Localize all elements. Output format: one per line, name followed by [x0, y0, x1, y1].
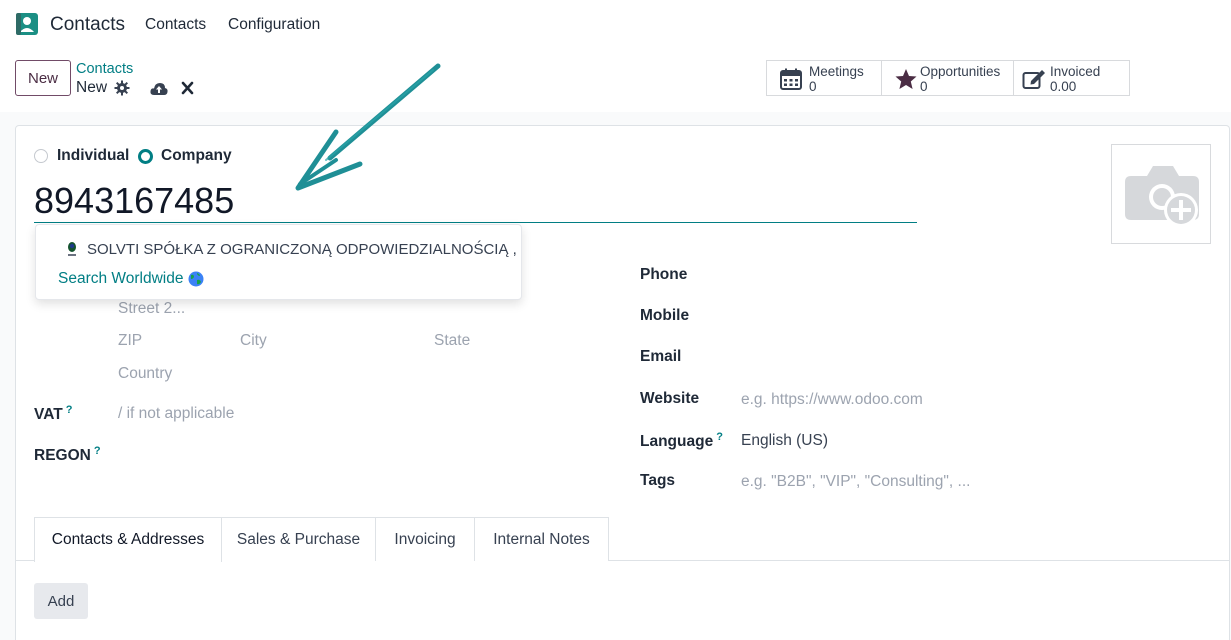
menu-configuration[interactable]: Configuration [228, 16, 320, 34]
zip-field[interactable]: ZIP [118, 332, 142, 350]
invoiced-label: Invoiced [1050, 64, 1101, 79]
radio-individual-label[interactable]: Individual [57, 147, 129, 165]
avatar-upload[interactable] [1111, 144, 1211, 244]
website-label: Website [640, 390, 700, 407]
mobile-label: Mobile [640, 307, 690, 324]
tab-sales-purchase[interactable]: Sales & Purchase [222, 517, 376, 561]
email-label: Email [640, 348, 682, 365]
radio-individual[interactable] [34, 149, 48, 163]
top-navbar: Contacts Contacts Configuration [0, 0, 1231, 50]
phone-label: Phone [640, 266, 688, 283]
opportunities-smart-button[interactable]: Opportunities 0 [882, 60, 1014, 96]
edit-icon [1022, 70, 1045, 89]
contacts-app-icon[interactable] [15, 12, 39, 36]
control-panel: New Contacts New Meetings 0 Opportunitie… [0, 50, 1231, 112]
calendar-icon [780, 68, 802, 90]
tab-contacts-addresses[interactable]: Contacts & Addresses [34, 517, 222, 562]
autocomplete-dropdown: SOLVTI SPÓŁKA Z OGRANICZONĄ ODPOWIEDZIAL… [35, 224, 522, 300]
breadcrumb-current: New [76, 79, 108, 96]
menu-contacts[interactable]: Contacts [145, 16, 206, 34]
language-help[interactable]: ? [716, 431, 723, 443]
company-name-input[interactable] [34, 179, 917, 223]
city-field[interactable]: City [240, 332, 267, 350]
camera-add-icon [1125, 166, 1199, 227]
cloud-upload-icon[interactable] [150, 81, 168, 96]
website-field[interactable]: e.g. https://www.odoo.com [741, 391, 923, 409]
opportunities-label: Opportunities [920, 64, 1001, 79]
tags-field[interactable]: e.g. "B2B", "VIP", "Consulting", ... [741, 473, 970, 491]
meetings-count: 0 [809, 79, 817, 94]
discard-icon[interactable] [181, 81, 194, 95]
add-contact-button[interactable]: Add [34, 583, 88, 619]
radio-company[interactable] [138, 149, 153, 164]
vat-label: VAT? [34, 404, 73, 424]
tags-label: Tags [640, 472, 676, 489]
new-button[interactable]: New [15, 60, 71, 96]
tab-internal-notes[interactable]: Internal Notes [475, 517, 609, 561]
gear-icon[interactable] [114, 80, 130, 96]
invoiced-smart-button[interactable]: Invoiced 0.00 [1014, 60, 1130, 96]
street2-field[interactable]: Street 2... [118, 300, 185, 318]
vat-help[interactable]: ? [66, 404, 73, 416]
app-name[interactable]: Contacts [50, 14, 125, 36]
language-field[interactable]: English (US) [741, 432, 828, 450]
meetings-smart-button[interactable]: Meetings 0 [766, 60, 882, 96]
state-field[interactable]: State [434, 332, 470, 350]
regon-help[interactable]: ? [94, 445, 101, 457]
star-icon [895, 69, 917, 89]
country-field[interactable]: Country [118, 365, 172, 383]
language-label: Language? [640, 431, 723, 451]
tab-invoicing[interactable]: Invoicing [376, 517, 475, 561]
globe-icon [188, 271, 204, 287]
autocomplete-company-option[interactable]: SOLVTI SPÓŁKA Z OGRANICZONĄ ODPOWIEDZIAL… [87, 241, 517, 258]
vat-field[interactable]: / if not applicable [118, 405, 234, 423]
radio-company-label[interactable]: Company [161, 147, 232, 165]
company-logo-icon [68, 242, 76, 256]
invoiced-amount: 0.00 [1050, 79, 1077, 94]
breadcrumb-parent[interactable]: Contacts [76, 61, 133, 77]
regon-label: REGON? [34, 445, 101, 465]
opportunities-count: 0 [920, 79, 928, 94]
meetings-label: Meetings [809, 64, 864, 79]
search-worldwide-option[interactable]: Search Worldwide [58, 270, 184, 288]
